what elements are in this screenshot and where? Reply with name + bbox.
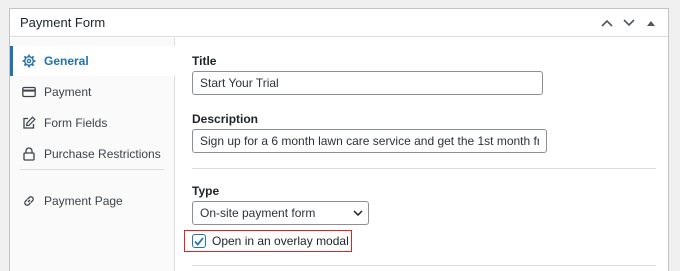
sidebar-item-payment[interactable]: Payment [10, 77, 175, 107]
checkmark-icon [194, 236, 204, 246]
overlay-modal-option[interactable]: Open in an overlay modal [192, 234, 349, 248]
triangle-up-icon [647, 21, 655, 26]
chevron-up-icon [601, 19, 613, 27]
sidebar-item-general[interactable]: General [10, 46, 176, 76]
overlay-modal-checkbox[interactable] [192, 234, 206, 248]
sidebar-item-label: Form Fields [44, 116, 108, 130]
move-up-button[interactable] [596, 12, 618, 34]
sidebar-item-form-fields[interactable]: Form Fields [10, 108, 175, 138]
toggle-panel-button[interactable] [640, 12, 662, 34]
lock-icon [22, 147, 36, 161]
title-label: Title [192, 54, 217, 68]
sidebar-item-label: Payment Page [44, 194, 123, 208]
chevron-down-icon [623, 19, 635, 27]
sidebar-item-purchase-restrictions[interactable]: Purchase Restrictions [10, 139, 175, 169]
type-select-value: On-site payment form [200, 206, 316, 220]
section-divider [192, 168, 656, 169]
sidebar-divider [20, 169, 164, 170]
overlay-modal-label: Open in an overlay modal [212, 234, 349, 248]
panel-controls [596, 9, 662, 37]
move-down-button[interactable] [618, 12, 640, 34]
type-select[interactable]: On-site payment form [192, 201, 369, 225]
general-settings: Title Description Type On-site payment f… [176, 38, 668, 271]
credit-card-icon [22, 85, 36, 99]
gear-icon [22, 54, 36, 68]
sidebar-item-payment-page[interactable]: Payment Page [10, 186, 175, 216]
type-label: Type [192, 184, 220, 198]
title-input[interactable] [192, 71, 543, 95]
link-icon [22, 194, 36, 208]
sidebar-item-label: General [44, 54, 89, 68]
description-label: Description [192, 112, 259, 126]
sidebar: General Payment Form Fields Purchase Res… [10, 38, 176, 271]
chevron-down-icon [348, 210, 368, 216]
sidebar-item-label: Payment [44, 85, 92, 99]
panel-body: General Payment Form Fields Purchase Res… [10, 38, 668, 271]
panel-header: Payment Form [10, 9, 668, 37]
pencil-square-icon [22, 116, 36, 130]
description-input[interactable] [192, 129, 547, 153]
panel-title: Payment Form [20, 15, 106, 30]
section-divider-bottom [192, 265, 656, 266]
sidebar-item-label: Purchase Restrictions [44, 147, 161, 161]
payment-form-panel: Payment Form General Payment Form Fields… [9, 8, 669, 271]
